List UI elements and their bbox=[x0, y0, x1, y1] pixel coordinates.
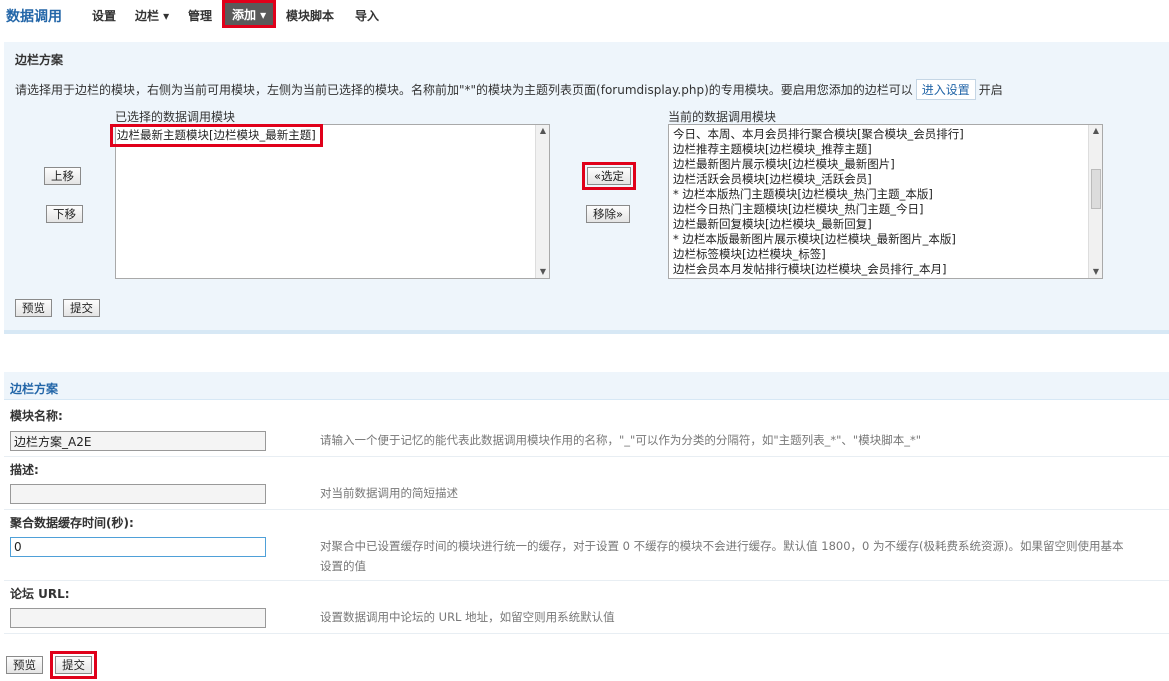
cache-time-hint: 对聚合中已设置缓存时间的模块进行统一的缓存，对于设置 0 不缓存的模块不会进行缓… bbox=[320, 539, 1124, 553]
divider bbox=[4, 633, 1169, 634]
description-hint: 对当前数据调用的简短描述 bbox=[320, 486, 458, 500]
forum-url-label: 论坛 URL: bbox=[10, 587, 70, 601]
form-section-title: 边栏方案 bbox=[4, 372, 1169, 400]
available-module-item[interactable]: 边栏活跃会员模块[边栏模块_活跃会员] bbox=[669, 172, 1102, 187]
scheme-form-panel: 边栏方案 bbox=[4, 372, 1169, 400]
nav-module-script[interactable]: 模块脚本 bbox=[286, 7, 334, 24]
nav-manage[interactable]: 管理 bbox=[188, 7, 212, 24]
cache-time-input[interactable] bbox=[10, 537, 266, 557]
available-module-item[interactable]: 边栏会员本月发帖排行模块[边栏模块_会员排行_本月] bbox=[669, 262, 1102, 277]
nav-settings[interactable]: 设置 bbox=[92, 7, 116, 24]
available-module-item[interactable]: 今日、本周、本月会员排行聚合模块[聚合模块_会员排行] bbox=[669, 127, 1102, 142]
scroll-thumb[interactable] bbox=[1091, 169, 1101, 209]
enter-settings-link[interactable]: 进入设置 bbox=[915, 79, 976, 100]
preview-button[interactable]: 预览 bbox=[15, 299, 52, 317]
description-suffix: 开启 bbox=[978, 83, 1003, 97]
scroll-down-icon[interactable]: ▼ bbox=[1089, 266, 1102, 278]
description-input[interactable] bbox=[10, 484, 266, 504]
available-module-item[interactable]: * 边栏本版最新图片展示模块[边栏模块_最新图片_本版] bbox=[669, 232, 1102, 247]
selected-list-scrollbar[interactable]: ▲ ▼ bbox=[535, 125, 549, 278]
available-list-scrollbar[interactable]: ▲ ▼ bbox=[1088, 125, 1102, 278]
available-module-item[interactable]: 边栏标签模块[边栏模块_标签] bbox=[669, 247, 1102, 262]
scroll-up-icon[interactable]: ▲ bbox=[1089, 125, 1102, 137]
cache-time-label: 聚合数据缓存时间(秒): bbox=[10, 516, 134, 530]
forum-url-input[interactable] bbox=[10, 608, 266, 628]
nav-add[interactable]: 添加 ▾ bbox=[221, 0, 277, 28]
submit-button[interactable]: 提交 bbox=[63, 299, 100, 317]
divider bbox=[4, 456, 1169, 457]
available-list-label: 当前的数据调用模块 bbox=[668, 110, 777, 124]
available-module-item[interactable]: 边栏最新回复模块[边栏模块_最新回复] bbox=[669, 217, 1102, 232]
available-module-item[interactable]: 边栏最新图片展示模块[边栏模块_最新图片] bbox=[669, 157, 1102, 172]
remove-module-button[interactable]: 移除» bbox=[586, 205, 631, 223]
move-up-button[interactable]: 上移 bbox=[44, 167, 81, 185]
scheme-description: 请选择用于边栏的模块，右侧为当前可用模块，左侧为当前已选择的模块。名称前加"*"… bbox=[15, 79, 1003, 100]
app-title[interactable]: 数据调用 bbox=[6, 6, 62, 26]
forum-url-hint: 设置数据调用中论坛的 URL 地址，如留空则用系统默认值 bbox=[320, 610, 615, 624]
cache-time-hint-continued: 设置的值 bbox=[320, 559, 366, 573]
sidebar-scheme-panel: 边栏方案 请选择用于边栏的模块，右侧为当前可用模块，左侧为当前已选择的模块。名称… bbox=[4, 42, 1169, 334]
available-modules-list[interactable]: 今日、本周、本月会员排行聚合模块[聚合模块_会员排行] 边栏推荐主题模块[边栏模… bbox=[668, 124, 1103, 279]
top-navigation: 数据调用 设置 边栏 ▾ 管理 添加 ▾ 模块脚本 导入 bbox=[0, 0, 1169, 30]
selected-list-label: 已选择的数据调用模块 bbox=[115, 110, 236, 124]
description-text: 请选择用于边栏的模块，右侧为当前可用模块，左侧为当前已选择的模块。名称前加"*"… bbox=[15, 83, 913, 97]
nav-import[interactable]: 导入 bbox=[355, 7, 379, 24]
module-name-input[interactable] bbox=[10, 431, 266, 451]
move-down-button[interactable]: 下移 bbox=[46, 205, 83, 223]
selected-module-item[interactable]: 边栏最新主题模块[边栏模块_最新主题] bbox=[110, 124, 323, 147]
form-preview-button[interactable]: 预览 bbox=[6, 656, 43, 674]
available-module-item[interactable]: 边栏今日热门主题模块[边栏模块_热门主题_今日] bbox=[669, 202, 1102, 217]
description-label: 描述: bbox=[10, 463, 39, 477]
scroll-up-icon[interactable]: ▲ bbox=[536, 125, 550, 137]
section-title: 边栏方案 bbox=[15, 53, 64, 67]
module-name-hint: 请输入一个便于记忆的能代表此数据调用模块作用的名称，"_"可以作为分类的分隔符，… bbox=[320, 433, 921, 447]
module-name-label: 模块名称: bbox=[10, 409, 63, 423]
scroll-down-icon[interactable]: ▼ bbox=[536, 266, 550, 278]
divider bbox=[4, 509, 1169, 510]
available-module-item[interactable]: 边栏推荐主题模块[边栏模块_推荐主题] bbox=[669, 142, 1102, 157]
nav-sidebar[interactable]: 边栏 ▾ bbox=[135, 7, 169, 24]
selected-modules-list[interactable]: 边栏最新主题模块[边栏模块_最新主题] ▲ ▼ bbox=[110, 124, 550, 279]
form-submit-button[interactable]: 提交 bbox=[50, 651, 97, 679]
available-module-item[interactable]: * 边栏本版热门主题模块[边栏模块_热门主题_本版] bbox=[669, 187, 1102, 202]
divider bbox=[4, 580, 1169, 581]
select-module-button[interactable]: «选定 bbox=[581, 162, 637, 190]
